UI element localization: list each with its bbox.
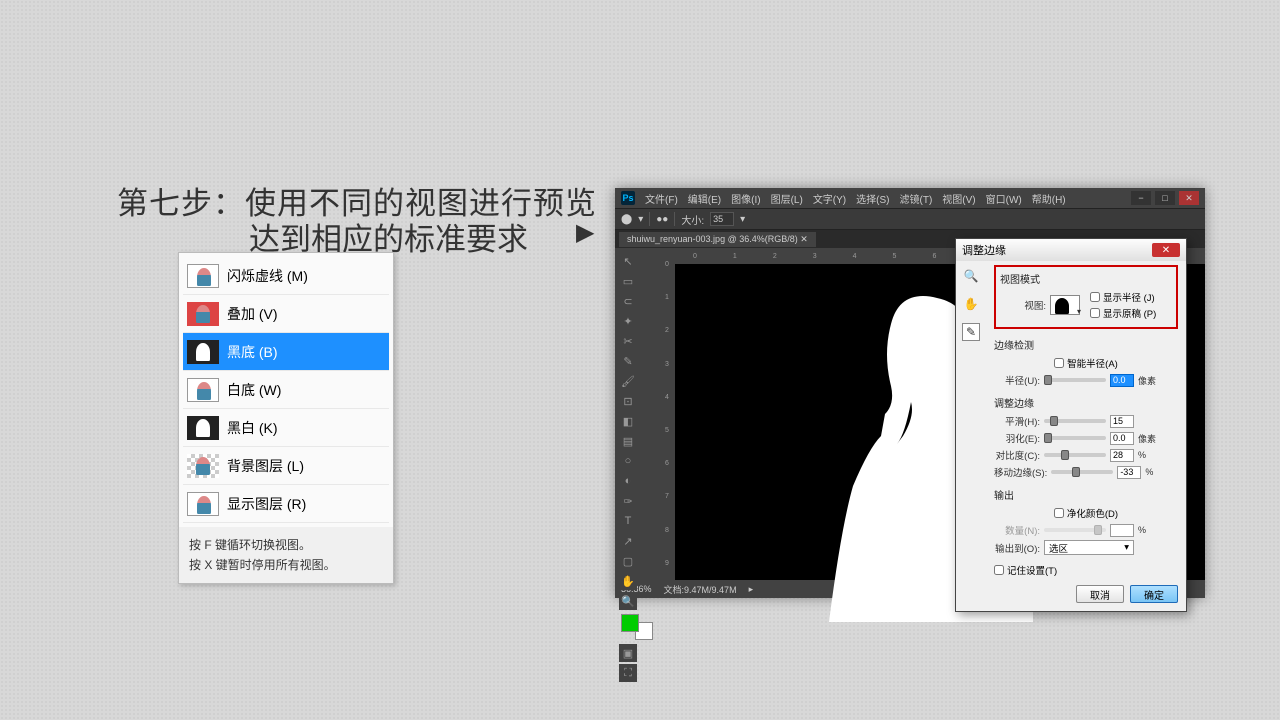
smooth-input[interactable] (1110, 415, 1134, 428)
hand-tool-icon[interactable]: ✋ (619, 572, 637, 590)
zoom-tool-icon[interactable]: 🔍 (619, 592, 637, 610)
ruler-vertical: 0123456789 (659, 248, 675, 580)
amount-slider (1044, 528, 1106, 532)
shift-slider[interactable] (1051, 470, 1113, 474)
menubar: 文件(F) 编辑(E) 图像(I) 图层(L) 文字(Y) 选择(S) 滤镜(T… (645, 191, 1066, 206)
feather-input[interactable] (1110, 432, 1134, 445)
contrast-slider[interactable] (1044, 453, 1106, 457)
close-button[interactable]: ✕ (1179, 191, 1199, 205)
smart-radius-checkbox[interactable]: 智能半径(A) (1054, 356, 1118, 370)
menu-footer: 按 F 键循环切换视图。 按 X 键暂时停用所有视图。 (179, 527, 393, 583)
amount-input (1110, 524, 1134, 537)
blur-tool-icon[interactable]: ○ (619, 452, 637, 470)
brush-tool-icon[interactable]: 🖌 (619, 372, 637, 390)
path-tool-icon[interactable]: ↗ (619, 532, 637, 550)
show-original-checkbox[interactable]: 显示原稿 (P) (1090, 306, 1156, 320)
decontaminate-checkbox[interactable]: 净化颜色(D) (1054, 506, 1118, 520)
type-tool-icon[interactable]: T (619, 512, 637, 530)
menu-file[interactable]: 文件(F) (645, 191, 678, 206)
output-to-select[interactable]: 选区▾ (1044, 540, 1134, 555)
menu-edit[interactable]: 编辑(E) (688, 191, 721, 206)
size-label: 大小: (681, 212, 704, 227)
size-input[interactable] (710, 212, 734, 226)
menu-label: 黑白 (K) (227, 418, 278, 438)
document-tab[interactable]: shuiwu_renyuan-003.jpg @ 36.4%(RGB/8) ✕ (619, 232, 816, 247)
menu-help[interactable]: 帮助(H) (1032, 191, 1066, 206)
menu-filter[interactable]: 滤镜(T) (900, 191, 933, 206)
menu-label: 闪烁虚线 (M) (227, 266, 308, 286)
menu-item-marching-ants[interactable]: 闪烁虚线 (M) (183, 257, 389, 295)
menu-image[interactable]: 图像(I) (731, 191, 760, 206)
dialog-close-button[interactable]: ✕ (1152, 243, 1180, 257)
menu-view[interactable]: 视图(V) (942, 191, 975, 206)
zoom-tool-icon[interactable]: 🔍 (962, 267, 980, 285)
menu-select[interactable]: 选择(S) (856, 191, 889, 206)
menu-item-on-white[interactable]: 白底 (W) (183, 371, 389, 409)
menu-label: 显示图层 (R) (227, 494, 306, 514)
options-bar: ⬤▾ ●● 大小: ▾ (615, 208, 1205, 230)
shift-input[interactable] (1117, 466, 1141, 479)
menu-label: 叠加 (V) (227, 304, 278, 324)
remember-checkbox[interactable]: 记住设置(T) (994, 563, 1178, 577)
menu-item-on-layers[interactable]: 背景图层 (L) (183, 447, 389, 485)
eyedropper-tool-icon[interactable]: ✎ (619, 352, 637, 370)
shape-tool-icon[interactable]: ▢ (619, 552, 637, 570)
menu-item-reveal-layer[interactable]: 显示图层 (R) (183, 485, 389, 523)
menu-window[interactable]: 窗口(W) (986, 191, 1022, 206)
quickmask-icon[interactable]: ▣ (619, 644, 637, 662)
radius-input[interactable] (1110, 374, 1134, 387)
lasso-tool-icon[interactable]: ⊂ (619, 292, 637, 310)
menu-item-black-white[interactable]: 黑白 (K) (183, 409, 389, 447)
refine-edge-dialog: 调整边缘 ✕ 🔍 ✋ ✎ 视图模式 视图: 显示半径 (J) 显示原稿 (P) (955, 238, 1187, 612)
show-radius-checkbox[interactable]: 显示半径 (J) (1090, 290, 1156, 304)
dialog-titlebar[interactable]: 调整边缘 ✕ (956, 239, 1186, 261)
maximize-button[interactable]: □ (1155, 191, 1175, 205)
radius-slider[interactable] (1044, 378, 1106, 382)
wand-tool-icon[interactable]: ✦ (619, 312, 637, 330)
doc-info: 文档:9.47M/9.47M (664, 583, 737, 596)
stamp-tool-icon[interactable]: ⊡ (619, 392, 637, 410)
menu-layer[interactable]: 图层(L) (771, 191, 803, 206)
marquee-tool-icon[interactable]: ▭ (619, 272, 637, 290)
menu-label: 白底 (W) (227, 380, 281, 400)
eraser-tool-icon[interactable]: ◧ (619, 412, 637, 430)
menu-type[interactable]: 文字(Y) (813, 191, 846, 206)
menu-item-overlay[interactable]: 叠加 (V) (183, 295, 389, 333)
menu-label: 黑底 (B) (227, 342, 278, 362)
gradient-tool-icon[interactable]: ▤ (619, 432, 637, 450)
ok-button[interactable]: 确定 (1130, 585, 1178, 603)
highlight-view-mode: 视图模式 视图: 显示半径 (J) 显示原稿 (P) (994, 265, 1178, 329)
crop-tool-icon[interactable]: ✂ (619, 332, 637, 350)
minimize-button[interactable]: − (1131, 191, 1151, 205)
cancel-button[interactable]: 取消 (1076, 585, 1124, 603)
titlebar: Ps 文件(F) 编辑(E) 图像(I) 图层(L) 文字(Y) 选择(S) 滤… (615, 188, 1205, 208)
feather-slider[interactable] (1044, 436, 1106, 440)
screenmode-icon[interactable]: ⛶ (619, 664, 637, 682)
smooth-slider[interactable] (1044, 419, 1106, 423)
view-mode-menu: 闪烁虚线 (M) 叠加 (V) 黑底 (B) 白底 (W) 黑白 (K) 背景图… (178, 252, 394, 584)
color-swatches[interactable] (621, 614, 653, 640)
tools-panel: ↖▭ ⊂✦ ✂✎ 🖌⊡ ◧▤ ○◐ ✑T ↗▢ ✋🔍 ▣⛶ (615, 248, 659, 580)
hand-tool-icon[interactable]: ✋ (962, 295, 980, 313)
menu-item-on-black[interactable]: 黑底 (B) (183, 333, 389, 371)
move-tool-icon[interactable]: ↖ (619, 252, 637, 270)
ps-logo-icon: Ps (621, 191, 635, 205)
pen-tool-icon[interactable]: ✑ (619, 492, 637, 510)
arrow-icon: ▶ (576, 218, 594, 247)
contrast-input[interactable] (1110, 449, 1134, 462)
refine-brush-icon[interactable]: ✎ (962, 323, 980, 341)
view-thumbnail-dropdown[interactable] (1050, 295, 1080, 315)
dodge-tool-icon[interactable]: ◐ (619, 472, 637, 490)
brush-icon[interactable]: ⬤ (621, 214, 632, 225)
menu-label: 背景图层 (L) (227, 456, 304, 476)
